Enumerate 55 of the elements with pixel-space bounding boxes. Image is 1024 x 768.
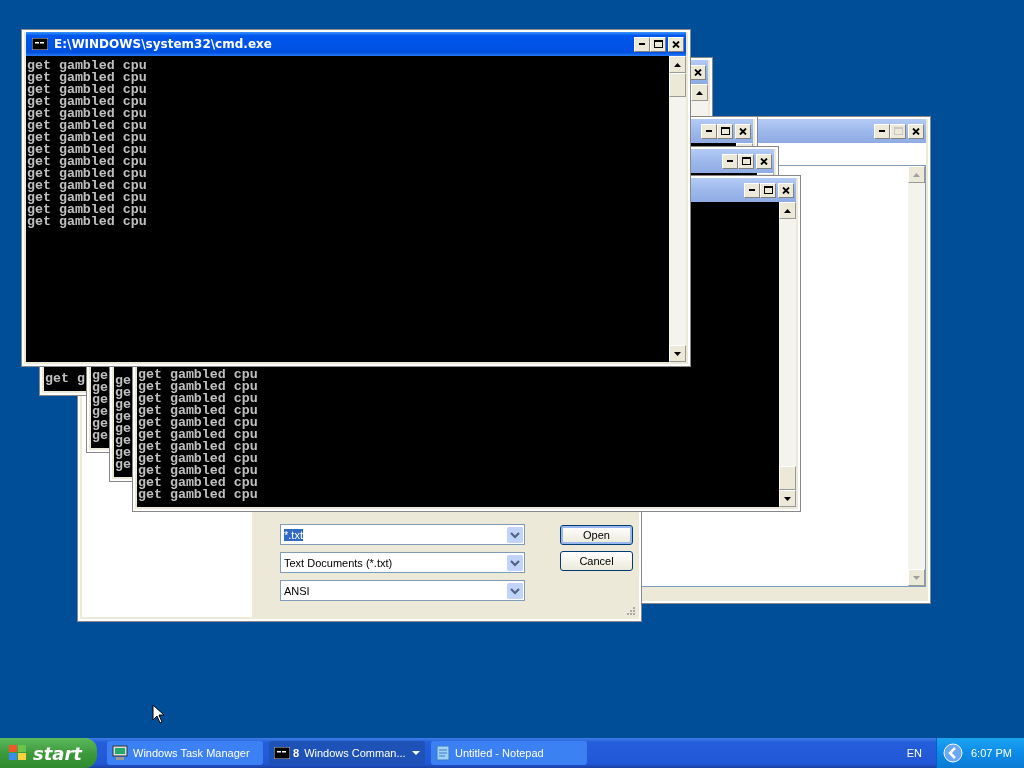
console-line: get gambled cpu: [27, 156, 147, 168]
taskbar-button[interactable]: 8 Windows Comman...: [269, 741, 425, 765]
console-line: get gambled cpu: [27, 216, 147, 228]
console-line: ge: [115, 423, 131, 435]
taskbar-button[interactable]: Untitled - Notepad: [431, 741, 587, 765]
encoding-dropdown[interactable]: ANSI: [280, 580, 525, 601]
console-line: get gambled cpu: [27, 168, 147, 180]
language-indicator[interactable]: EN: [906, 747, 922, 759]
cancel-button[interactable]: Cancel: [560, 551, 633, 571]
console-line: ge: [115, 387, 131, 399]
console-line: get gambled cpu: [27, 132, 147, 144]
console-line: ge: [92, 430, 108, 442]
console-line: ge: [92, 406, 108, 418]
console-line: ge: [92, 394, 108, 406]
console-line: get gambled cpu: [138, 465, 258, 477]
console-line: ge: [115, 399, 131, 411]
field-value: ANSI: [284, 584, 310, 597]
taskbar-button[interactable]: Windows Task Manager: [107, 741, 263, 765]
console-line: get gambled cpu: [27, 84, 147, 96]
console-line: get gambled cpu: [27, 108, 147, 120]
console-line: get gambled cpu: [138, 489, 258, 501]
console-line: ge: [92, 382, 108, 394]
clock: 6:07 PM: [971, 747, 1012, 759]
file-name-field[interactable]: *.txt: [280, 524, 525, 545]
window-title: E:\WINDOWS\system32\cmd.exe: [54, 37, 272, 51]
console-line: ge: [115, 447, 131, 459]
console-line: get gambled cpu: [27, 60, 147, 72]
field-value: Text Documents (*.txt): [284, 556, 393, 569]
console-line: get gambled cpu: [138, 405, 258, 417]
console-line: get gambled cpu: [138, 393, 258, 405]
console-line: get gambled cpu: [138, 441, 258, 453]
console-line: ge: [115, 459, 131, 471]
console-line: ge: [92, 370, 108, 382]
console-line: get gambled cpu: [138, 453, 258, 465]
open-button[interactable]: Open: [560, 525, 633, 545]
console-line: get gambled cpu: [27, 204, 147, 216]
console-line: get gambled cpu: [27, 72, 147, 84]
console-line: get gambled cpu: [138, 417, 258, 429]
console-line: get gambled cpu: [138, 369, 258, 381]
console-line: ge: [115, 411, 131, 423]
console-line: get gambled cpu: [27, 96, 147, 108]
console-line: ge: [115, 375, 131, 387]
console-line: get gambled cpu: [27, 192, 147, 204]
start-button[interactable]: start: [0, 738, 97, 768]
console-line: get gambled cpu: [27, 180, 147, 192]
console-line: get gambled cpu: [138, 381, 258, 393]
console-line: get g: [45, 373, 85, 385]
console-line: get gambled cpu: [27, 144, 147, 156]
console-line: get gambled cpu: [138, 477, 258, 489]
file-type-dropdown[interactable]: Text Documents (*.txt): [280, 552, 525, 573]
console-line: ge: [115, 435, 131, 447]
console-line: ge: [92, 418, 108, 430]
field-value: *.txt: [284, 528, 303, 541]
console-line: get gambled cpu: [138, 429, 258, 441]
console-line: get gambled cpu: [27, 120, 147, 132]
